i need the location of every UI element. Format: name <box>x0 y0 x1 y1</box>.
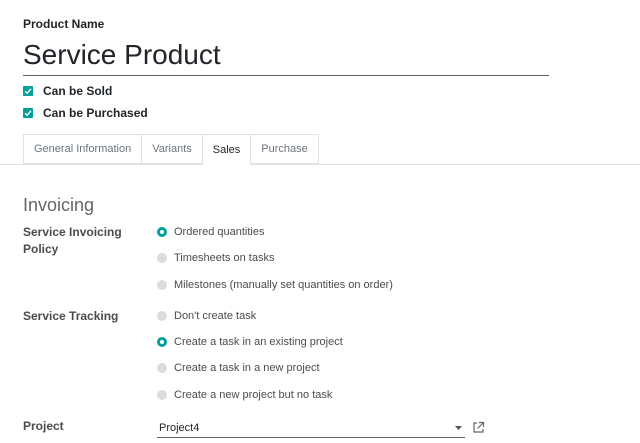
product-name-input[interactable]: Service Product <box>23 38 549 76</box>
tab-purchase[interactable]: Purchase <box>251 134 319 164</box>
project-label: Project <box>23 419 64 433</box>
tracking-option-no-task[interactable]: Don't create task <box>157 308 256 324</box>
radio-unselected[interactable] <box>157 253 167 263</box>
can-be-sold-row[interactable]: Can be Sold <box>23 83 112 99</box>
caret-down-icon[interactable] <box>455 425 462 430</box>
policy-option-milestones[interactable]: Milestones (manually set quantities on o… <box>157 277 393 293</box>
tracking-option-existing-project[interactable]: Create a task in an existing project <box>157 334 343 350</box>
policy-option-label: Timesheets on tasks <box>174 252 275 264</box>
external-link-icon[interactable] <box>472 421 485 434</box>
radio-unselected[interactable] <box>157 390 167 400</box>
policy-option-label: Ordered quantities <box>174 226 265 238</box>
tab-bar: General Information Variants Sales Purch… <box>23 134 319 165</box>
invoicing-section-title: Invoicing <box>23 195 95 215</box>
tracking-option-label: Create a task in an existing project <box>174 336 343 348</box>
can-be-purchased-row[interactable]: Can be Purchased <box>23 105 148 121</box>
policy-option-timesheets[interactable]: Timesheets on tasks <box>157 250 274 266</box>
tracking-option-label: Create a new project but no task <box>174 389 333 401</box>
tab-general-information[interactable]: General Information <box>23 134 142 164</box>
policy-option-label: Milestones (manually set quantities on o… <box>174 279 393 291</box>
radio-selected[interactable] <box>157 227 167 237</box>
can-be-sold-checkbox[interactable] <box>23 86 33 96</box>
policy-option-ordered[interactable]: Ordered quantities <box>157 224 265 240</box>
can-be-sold-label: Can be Sold <box>43 84 113 98</box>
can-be-purchased-checkbox[interactable] <box>23 108 33 118</box>
radio-selected[interactable] <box>157 337 167 347</box>
radio-unselected[interactable] <box>157 311 167 321</box>
radio-unselected[interactable] <box>157 363 167 373</box>
check-icon <box>24 110 32 117</box>
project-select[interactable]: Project4 <box>157 418 465 438</box>
tracking-option-new-project-task[interactable]: Create a task in a new project <box>157 360 320 376</box>
tracking-option-label: Create a task in a new project <box>174 362 320 374</box>
service-invoicing-policy-label: Service Invoicing Policy <box>23 225 122 256</box>
tracking-option-label: Don't create task <box>174 310 257 322</box>
radio-unselected[interactable] <box>157 280 167 290</box>
tracking-option-new-project-no-task[interactable]: Create a new project but no task <box>157 387 332 403</box>
product-form: Product Name Service Product Can be Sold… <box>0 0 640 443</box>
service-tracking-label: Service Tracking <box>23 309 119 323</box>
tab-variants[interactable]: Variants <box>141 134 202 164</box>
can-be-purchased-label: Can be Purchased <box>43 106 148 120</box>
tab-sales[interactable]: Sales <box>201 134 252 165</box>
product-name-label: Product Name <box>23 17 105 31</box>
check-icon <box>24 88 32 95</box>
project-value: Project4 <box>159 421 200 434</box>
